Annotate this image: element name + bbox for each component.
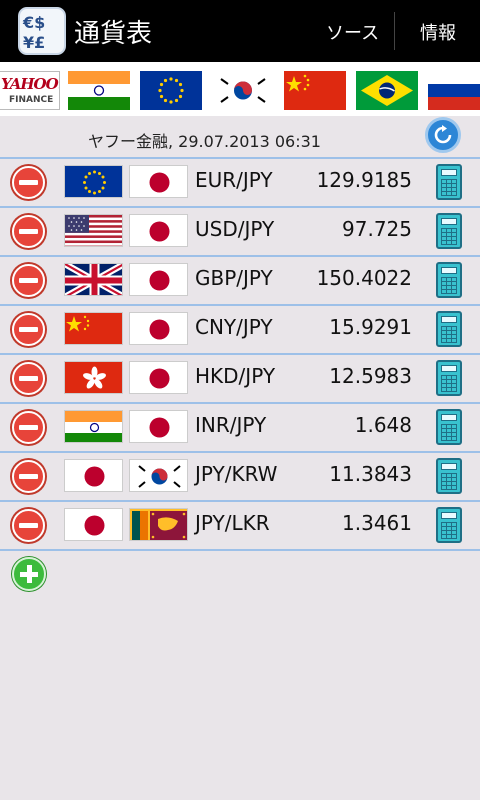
calculator-button[interactable] <box>436 262 462 298</box>
calculator-button[interactable] <box>436 360 462 396</box>
japan-flag-icon <box>64 459 123 492</box>
calculator-button[interactable] <box>436 164 462 200</box>
rate-row-hkd-jpy[interactable]: HKD/JPY 12.5983 <box>0 353 480 402</box>
rate-row-inr-jpy[interactable]: INR/JPY 1.648 <box>0 402 480 451</box>
calculator-button[interactable] <box>436 311 462 347</box>
exchange-rate: 12.5983 <box>329 364 412 388</box>
yahoo-finance-logo[interactable]: YAHOO! FINANCE <box>0 71 60 110</box>
delete-button[interactable] <box>12 460 45 493</box>
add-pair-button[interactable] <box>12 557 46 591</box>
rate-row-jpy-krw[interactable]: JPY/KRW 11.3843 <box>0 451 480 500</box>
exchange-rate: 11.3843 <box>329 462 412 486</box>
hong-kong-flag-icon <box>64 361 123 394</box>
actionbar-divider <box>394 12 395 50</box>
delete-button[interactable] <box>12 166 45 199</box>
currency-pair: EUR/JPY <box>195 168 273 192</box>
currency-flag-strip[interactable]: YAHOO! FINANCE <box>0 62 480 116</box>
china-flag-icon[interactable] <box>284 71 346 110</box>
app-title: 通貨表 <box>74 19 153 49</box>
source-timestamp: ヤフー金融, 29.07.2013 06:31 <box>88 132 321 151</box>
refresh-button[interactable] <box>425 117 461 153</box>
currency-app-icon[interactable]: €$ ¥£ <box>18 7 66 55</box>
india-flag-icon <box>64 410 123 443</box>
row-separator <box>0 206 480 208</box>
eu-flag-icon <box>64 165 123 198</box>
exchange-rate: 1.3461 <box>342 511 412 535</box>
calculator-button[interactable] <box>436 409 462 445</box>
plus-icon-vertical <box>27 565 32 583</box>
row-separator <box>0 549 480 551</box>
exchange-rate: 150.4022 <box>316 266 412 290</box>
india-flag-icon[interactable] <box>68 71 130 110</box>
delete-button[interactable] <box>12 509 45 542</box>
calculator-button[interactable] <box>436 507 462 543</box>
calculator-button[interactable] <box>436 458 462 494</box>
japan-flag-icon <box>129 410 188 443</box>
delete-button[interactable] <box>12 313 45 346</box>
sri-lanka-flag-icon <box>129 508 188 541</box>
rate-row-eur-jpy[interactable]: EUR/JPY 129.9185 <box>0 157 480 206</box>
delete-button[interactable] <box>12 411 45 444</box>
exchange-rate: 1.648 <box>354 413 412 437</box>
row-separator <box>0 255 480 257</box>
uk-flag-icon <box>64 263 123 296</box>
row-separator <box>0 500 480 502</box>
currency-pair: JPY/KRW <box>195 462 278 486</box>
row-separator <box>0 353 480 355</box>
row-separator <box>0 304 480 306</box>
rate-row-jpy-lkr[interactable]: JPY/LKR 1.3461 <box>0 500 480 549</box>
currency-pair: HKD/JPY <box>195 364 276 388</box>
currency-pair: CNY/JPY <box>195 315 273 339</box>
svg-text:€$: €$ <box>22 13 45 32</box>
south-korea-flag-icon <box>129 459 188 492</box>
finance-logo-text: FINANCE <box>9 95 54 105</box>
eu-flag-icon[interactable] <box>140 71 202 110</box>
south-korea-flag-icon[interactable] <box>212 71 274 110</box>
currency-pair: JPY/LKR <box>195 511 270 535</box>
info-button[interactable]: 情報 <box>420 19 456 45</box>
japan-flag-icon <box>129 312 188 345</box>
calculator-button[interactable] <box>436 213 462 249</box>
currency-pair: INR/JPY <box>195 413 267 437</box>
action-bar: €$ ¥£ 通貨表 ソース 情報 <box>0 0 480 62</box>
rate-row-gbp-jpy[interactable]: GBP/JPY 150.4022 <box>0 255 480 304</box>
japan-flag-icon <box>129 165 188 198</box>
row-separator <box>0 157 480 159</box>
row-separator <box>0 451 480 453</box>
japan-flag-icon <box>129 214 188 247</box>
delete-button[interactable] <box>12 215 45 248</box>
refresh-icon <box>434 125 452 144</box>
currency-pair: USD/JPY <box>195 217 275 241</box>
russia-flag-icon[interactable] <box>428 71 480 110</box>
exchange-rate: 97.725 <box>342 217 412 241</box>
japan-flag-icon <box>64 508 123 541</box>
svg-text:¥£: ¥£ <box>23 33 45 52</box>
row-separator <box>0 402 480 404</box>
japan-flag-icon <box>129 361 188 394</box>
brazil-flag-icon[interactable] <box>356 71 418 110</box>
delete-button[interactable] <box>12 362 45 395</box>
currency-pair: GBP/JPY <box>195 266 273 290</box>
rate-row-cny-jpy[interactable]: CNY/JPY 15.9291 <box>0 304 480 353</box>
china-flag-icon <box>64 312 123 345</box>
usa-flag-icon <box>64 214 123 247</box>
rate-row-usd-jpy[interactable]: USD/JPY 97.725 <box>0 206 480 255</box>
sources-button[interactable]: ソース <box>326 19 379 45</box>
delete-button[interactable] <box>12 264 45 297</box>
exchange-rate: 129.9185 <box>316 168 412 192</box>
yahoo-logo-text: YAHOO! <box>1 75 60 93</box>
exchange-rate: 15.9291 <box>329 315 412 339</box>
list-end-separator <box>0 549 480 551</box>
japan-flag-icon <box>129 263 188 296</box>
